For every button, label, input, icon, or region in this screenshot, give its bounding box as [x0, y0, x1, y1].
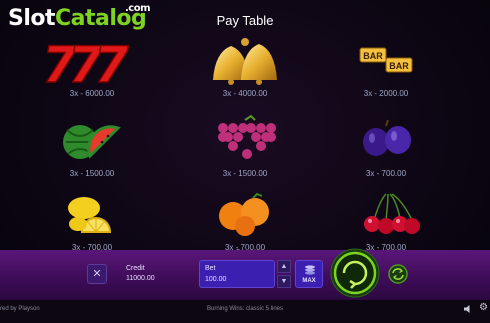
paytable-cell-watermelon: 3x - 1500.00 [22, 112, 162, 182]
seven-icon: 7 7 7 [36, 35, 135, 86]
bells-icon [213, 38, 277, 85]
watermelon-icon [63, 125, 121, 159]
bar-bar-labels: BAR BAR [363, 51, 409, 71]
bet-value: 100.00 [205, 276, 227, 283]
paytable-grid: 7 7 7 3x - 6000.00 3x - 4000.00 BAR BAR … [0, 30, 490, 252]
paytable-cell-bells: 3x - 4000.00 [175, 32, 315, 102]
plums-icon [363, 119, 411, 156]
payout-seven: 3x - 6000.00 [69, 89, 115, 98]
payout-bar: 3x - 2000.00 [363, 89, 409, 98]
bar-label-top: BAR [363, 51, 383, 61]
credit-label: Credit [126, 265, 145, 272]
bet-display: Bet 100.00 [199, 260, 275, 288]
autoplay-button[interactable] [388, 264, 408, 284]
bet-decrease-button[interactable]: ▼ [277, 275, 291, 288]
spin-button[interactable] [330, 248, 380, 298]
grapes-icon [218, 114, 276, 159]
close-paytable-button[interactable]: ✕ [87, 264, 107, 284]
max-bet-label: MAX [302, 278, 316, 284]
paytable-cell-cherries: 3x - 700.00 [316, 186, 456, 256]
coins-icon [305, 265, 315, 275]
payout-grapes: 3x - 1500.00 [222, 169, 268, 178]
settings-gear-icon[interactable]: ⚙ [479, 303, 488, 313]
bet-increase-button[interactable]: ▲ [277, 260, 291, 273]
paytable-cell-grapes: 3x - 1500.00 [175, 112, 315, 182]
payout-bells: 3x - 4000.00 [222, 89, 268, 98]
cherries-icon [364, 193, 420, 234]
payout-plums: 3x - 700.00 [365, 169, 407, 178]
credit-value: 11000.00 [126, 275, 155, 282]
paytable-cell-seven: 7 7 7 3x - 6000.00 [22, 32, 162, 102]
sound-icon[interactable] [463, 304, 473, 314]
paytable-title: Pay Table [216, 13, 274, 28]
bar-label-bottom: BAR [389, 61, 409, 71]
bet-label: Bet [205, 265, 216, 272]
max-bet-button[interactable]: MAX [295, 260, 323, 288]
lemon-icon [68, 197, 112, 233]
payout-watermelon: 3x - 1500.00 [69, 169, 115, 178]
orange-icon [219, 192, 269, 236]
paytable-cell-bar: BAR BAR 3x - 2000.00 [316, 32, 456, 102]
paytable-cell-plums: 3x - 700.00 [316, 112, 456, 182]
paytable-cell-lemon: 3x - 700.00 [22, 186, 162, 256]
game-name-label: Burning Wins: classic 5 lines [206, 306, 284, 312]
